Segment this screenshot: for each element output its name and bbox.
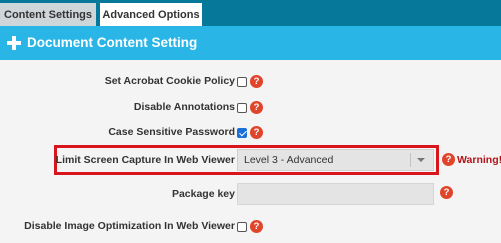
disable-image-optimization-label: Disable Image Optimization In Web Viewer <box>24 220 235 232</box>
package-key-help-icon[interactable]: ? <box>440 186 453 199</box>
disable-annotations-label: Disable Annotations <box>133 101 235 113</box>
disable-image-optimization-help-icon[interactable]: ? <box>250 220 263 233</box>
package-key-input[interactable] <box>237 183 434 205</box>
chevron-down-icon[interactable] <box>417 158 425 162</box>
limit-screen-capture-help-icon[interactable]: ? <box>442 153 455 166</box>
disable-annotations-help-icon[interactable]: ? <box>250 101 263 114</box>
package-key-label: Package key <box>171 188 235 200</box>
warning-text: Warning! <box>457 154 501 166</box>
section-header[interactable]: Document Content Setting <box>0 26 501 60</box>
case-sensitive-password-label: Case Sensitive Password <box>108 126 235 138</box>
acrobat-cookie-help-icon[interactable]: ? <box>250 75 263 88</box>
limit-screen-capture-label: Limit Screen Capture In Web Viewer <box>55 154 235 166</box>
disable-image-optimization-checkbox[interactable] <box>237 222 247 232</box>
acrobat-cookie-checkbox[interactable] <box>237 77 247 87</box>
plus-icon <box>7 36 21 50</box>
limit-screen-capture-value: Level 3 - Advanced <box>244 154 334 166</box>
disable-annotations-checkbox[interactable] <box>237 103 247 113</box>
acrobat-cookie-label: Set Acrobat Cookie Policy <box>104 75 235 87</box>
select-divider <box>410 153 411 167</box>
tab-bar: Content Settings Advanced Options <box>0 0 501 26</box>
case-sensitive-password-help-icon[interactable]: ? <box>250 126 263 139</box>
tab-content-settings[interactable]: Content Settings <box>0 3 96 26</box>
section-title: Document Content Setting <box>27 35 198 50</box>
limit-screen-capture-select[interactable]: Level 3 - Advanced <box>237 149 434 171</box>
tab-advanced-options[interactable]: Advanced Options <box>100 3 202 26</box>
case-sensitive-password-checkbox[interactable] <box>237 128 247 138</box>
